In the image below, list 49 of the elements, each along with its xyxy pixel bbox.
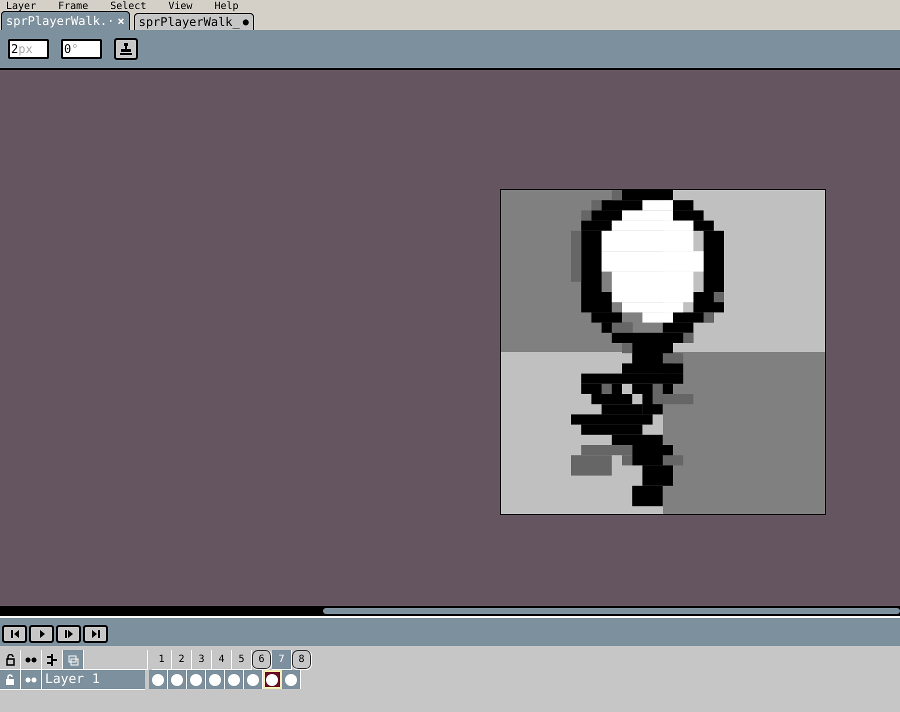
- cel-dot-icon: [190, 674, 202, 686]
- frame-header[interactable]: 1: [152, 650, 172, 670]
- link-icon: [46, 654, 58, 666]
- last-frame-icon: [90, 629, 100, 639]
- frame-header[interactable]: 8: [292, 650, 312, 670]
- lock-icon: [4, 654, 16, 666]
- scrollbar-thumb[interactable]: [323, 608, 900, 614]
- next-frame-button[interactable]: [56, 625, 81, 643]
- tab-label: sprPlayerWalk_: [138, 15, 240, 29]
- header-toggle[interactable]: [42, 650, 63, 670]
- lock-toggle[interactable]: [0, 670, 21, 690]
- file-tab[interactable]: sprPlayerWalk_ ●: [134, 13, 254, 30]
- input-field[interactable]: 2px: [8, 39, 49, 59]
- cel-dot-icon: [171, 674, 183, 686]
- ink-button[interactable]: [114, 38, 138, 60]
- frame-header[interactable]: 3: [192, 650, 212, 670]
- visibility-icon: [25, 676, 37, 684]
- previous-frame-button[interactable]: [2, 625, 27, 643]
- cel-icon: [67, 654, 79, 666]
- cel-toggle[interactable]: [63, 650, 84, 670]
- header-toggle[interactable]: [0, 650, 21, 670]
- menu-item[interactable]: Frame: [58, 0, 88, 13]
- unlocked-icon: [5, 674, 15, 686]
- tab-label: sprPlayerWalk.·: [6, 14, 114, 28]
- frame-header[interactable]: 2: [172, 650, 192, 670]
- layer-header: [84, 650, 148, 670]
- last-frame-button[interactable]: [83, 625, 108, 643]
- cel-dot-icon: [266, 674, 278, 686]
- cel-dot-icon: [209, 674, 221, 686]
- menu-item[interactable]: View: [168, 0, 192, 13]
- input-field[interactable]: 0°: [61, 39, 102, 59]
- modified-indicator: ●: [242, 16, 249, 28]
- cel-dot-icon: [152, 674, 164, 686]
- cel-dot-icon: [228, 674, 240, 686]
- menu-item[interactable]: Layer: [6, 0, 36, 13]
- frame-header[interactable]: 4: [212, 650, 232, 670]
- cel[interactable]: [263, 670, 282, 689]
- menu-item[interactable]: Select: [110, 0, 146, 13]
- menu-item[interactable]: Help: [214, 0, 239, 13]
- play-button[interactable]: [29, 625, 54, 643]
- header-toggle[interactable]: [21, 650, 42, 670]
- stamp-icon: [120, 43, 132, 55]
- visibility-toggle[interactable]: [21, 670, 42, 690]
- frame-header[interactable]: 5: [232, 650, 252, 670]
- first-frame-icon: [10, 629, 20, 639]
- next-frame-icon: [64, 629, 74, 639]
- cel-dot-icon: [285, 674, 297, 686]
- cel-dot-icon: [247, 674, 259, 686]
- frame-header[interactable]: 6: [252, 650, 272, 670]
